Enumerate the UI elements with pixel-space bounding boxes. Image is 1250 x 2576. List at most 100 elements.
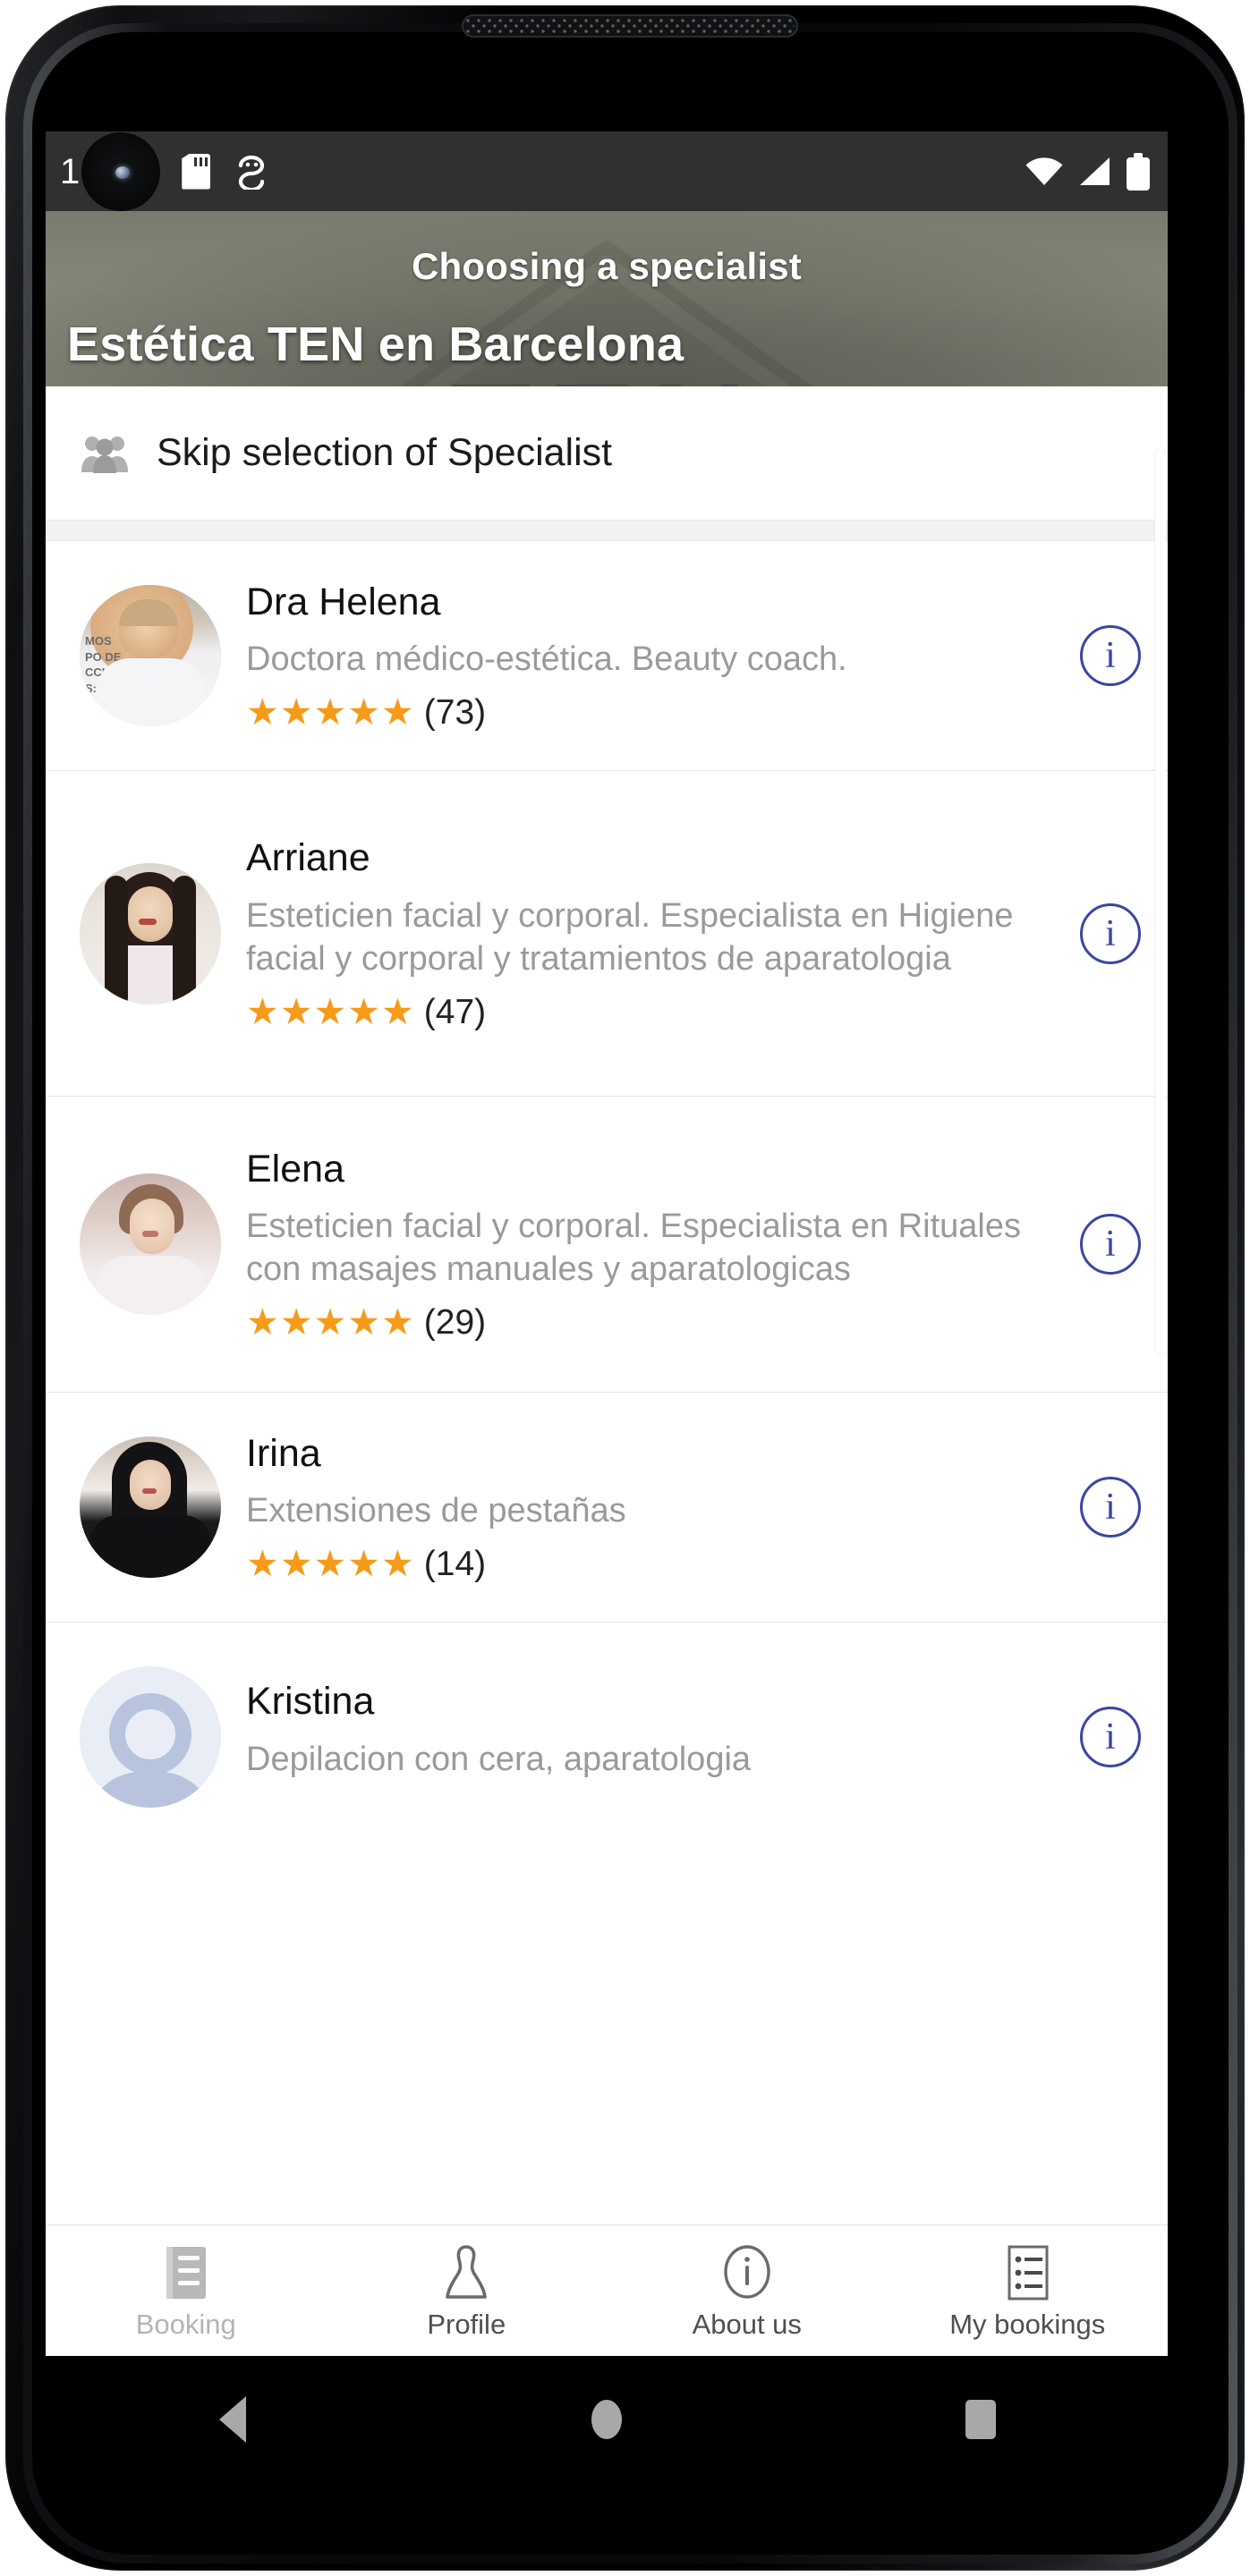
tab-label: About us	[692, 2308, 802, 2340]
specialist-info: Arriane Esteticien facial y corporal. Es…	[246, 829, 1059, 1037]
specialist-description: Doctora médico-estética. Beauty coach.	[246, 640, 847, 679]
avatar-irina	[80, 1436, 221, 1578]
specialist-description: Esteticien facial y corporal. Especialis…	[246, 896, 1014, 978]
phone-screen: 1 Choosing a specialist Estética TEN en …	[46, 79, 1168, 2483]
specialist-row-4[interactable]: Irina Extensiones de pestañas ★★★★★ (14)…	[46, 1392, 1168, 1622]
specialist-name: Arriane	[246, 836, 370, 880]
avatar-top	[90, 1515, 210, 1578]
company-name: Estética TEN en Barcelona	[67, 318, 685, 371]
specialist-info-button[interactable]: i	[1080, 1214, 1141, 1275]
avatar-shirt	[96, 658, 205, 726]
rating-group: ★★★★★ (47)	[246, 990, 1059, 1032]
rating-stars: ★★★★★	[246, 691, 415, 733]
specialist-list-scroll-area[interactable]: Skip selection of Specialist MOSPO DECCI…	[46, 386, 1168, 2268]
specialist-description: Extensiones de pestañas	[246, 1492, 626, 1530]
tab-label: My bookings	[949, 2308, 1106, 2340]
notification-count: 1	[60, 151, 81, 191]
wifi-icon	[1025, 157, 1064, 186]
avatar-elena	[80, 1174, 221, 1315]
sd-card-icon	[182, 153, 211, 190]
watermark-tagline-line-1: Tecnología	[647, 379, 829, 386]
bottom-tab-bar: Booking Profile About us My bookings	[46, 2224, 1168, 2356]
skip-selection-label: Skip selection of Specialist	[157, 431, 613, 474]
specialist-name: Elena	[246, 1147, 344, 1191]
nav-home-button[interactable]	[420, 2400, 794, 2439]
person-icon	[438, 2244, 494, 2301]
tab-profile[interactable]: Profile	[327, 2225, 608, 2356]
camera-punch-hole-icon	[81, 131, 161, 211]
phone-body: 1 Choosing a specialist Estética TEN en …	[5, 5, 1245, 2571]
tab-about-us[interactable]: About us	[607, 2225, 888, 2356]
specialist-info-button[interactable]: i	[1080, 625, 1141, 686]
list-section-divider	[46, 520, 1168, 541]
specialist-row-5[interactable]: Kristina Depilacion con cera, aparatolog…	[46, 1622, 1168, 1852]
recents-square-icon	[965, 2400, 996, 2439]
screenshot-root: 1 Choosing a specialist Estética TEN en …	[0, 0, 1250, 2576]
specialist-name: Dra Helena	[246, 580, 441, 623]
avatar-lips	[142, 1488, 157, 1494]
rating-stars: ★★★★★	[246, 990, 415, 1032]
specialist-description: Esteticien facial y corporal. Especialis…	[246, 1208, 1021, 1289]
app-header-banner: TEN Tecnología Estética Choosing a speci…	[46, 211, 1168, 386]
specialist-info: Dra Helena Doctora médico-estética. Beau…	[246, 573, 1059, 738]
specialist-info: Elena Esteticien facial y corporal. Espe…	[246, 1140, 1059, 1348]
rating-stars: ★★★★★	[246, 1543, 415, 1585]
specialist-row-1[interactable]: MOSPO DECCIONS: Dra Helena Doctora médic…	[46, 541, 1168, 770]
specialist-info: Irina Extensiones de pestañas ★★★★★ (14)	[246, 1425, 1059, 1589]
avatar-face	[128, 886, 173, 942]
rating-stars: ★★★★★	[246, 1301, 415, 1343]
avatar-kristina	[80, 1666, 221, 1808]
skip-selection-row[interactable]: Skip selection of Specialist	[46, 386, 1168, 520]
info-circle-icon	[719, 2244, 775, 2301]
android-status-bar: 1	[46, 131, 1168, 211]
booking-list-icon	[158, 2244, 214, 2301]
android-navigation-bar	[46, 2356, 1168, 2483]
specialist-info-button[interactable]: i	[1080, 1707, 1141, 1767]
avatar-hair-right	[173, 875, 196, 1004]
avatar-uniform	[96, 1256, 205, 1315]
status-bar-left-group: 1	[60, 131, 268, 211]
specialist-row-2[interactable]: Arriane Esteticien facial y corporal. Es…	[46, 770, 1168, 1096]
rating-count: (14)	[423, 1545, 487, 1584]
specialist-info: Kristina Depilacion con cera, aparatolog…	[246, 1673, 1059, 1801]
tab-label: Booking	[135, 2308, 236, 2340]
rating-count: (73)	[423, 693, 487, 733]
specialist-info-button[interactable]: i	[1080, 1477, 1141, 1538]
rating-group: ★★★★★ (14)	[246, 1546, 1059, 1582]
avatar-arriane	[80, 862, 221, 1004]
speaker-mesh	[465, 18, 795, 34]
battery-icon	[1127, 152, 1150, 191]
tab-label: Profile	[427, 2308, 506, 2340]
avatar-lips	[139, 918, 157, 925]
sd-card-pins	[193, 157, 208, 166]
nav-back-button[interactable]	[46, 2396, 420, 2443]
usb-debug-icon	[235, 154, 268, 190]
home-circle-icon	[591, 2400, 622, 2439]
avatar-placeholder-head-inner	[125, 1709, 175, 1759]
tab-booking[interactable]: Booking	[46, 2225, 327, 2356]
rating-count: (29)	[423, 1303, 487, 1343]
rating-group: ★★★★★ (73)	[246, 694, 1059, 731]
nav-recents-button[interactable]	[794, 2400, 1168, 2439]
avatar-face	[130, 1199, 174, 1254]
specialist-row-3[interactable]: Elena Esteticien facial y corporal. Espe…	[46, 1096, 1168, 1392]
specialist-name: Irina	[246, 1431, 321, 1475]
vertical-scrollbar[interactable]	[1155, 451, 1166, 1354]
earpiece-speaker-grille	[463, 16, 796, 36]
status-bar-right-group	[1025, 131, 1150, 211]
specialist-info-button[interactable]: i	[1080, 902, 1141, 964]
checklist-icon	[999, 2244, 1055, 2301]
avatar-face	[130, 1460, 171, 1510]
avatar-lips	[142, 1231, 158, 1237]
specialist-name: Kristina	[246, 1680, 375, 1724]
tab-my-bookings[interactable]: My bookings	[888, 2225, 1169, 2356]
cellular-signal-icon	[1078, 157, 1112, 187]
avatar-dra-helena: MOSPO DECCIONS:	[80, 585, 221, 726]
rating-count: (47)	[423, 992, 487, 1031]
people-group-icon	[80, 433, 132, 474]
battery-shell	[1127, 157, 1150, 191]
watermark-tagline: Tecnología Estética	[647, 379, 829, 386]
rating-group: ★★★★★ (29)	[246, 1304, 1059, 1341]
specialist-description: Depilacion con cera, aparatologia	[246, 1740, 752, 1778]
page-title: Choosing a specialist	[412, 245, 802, 287]
